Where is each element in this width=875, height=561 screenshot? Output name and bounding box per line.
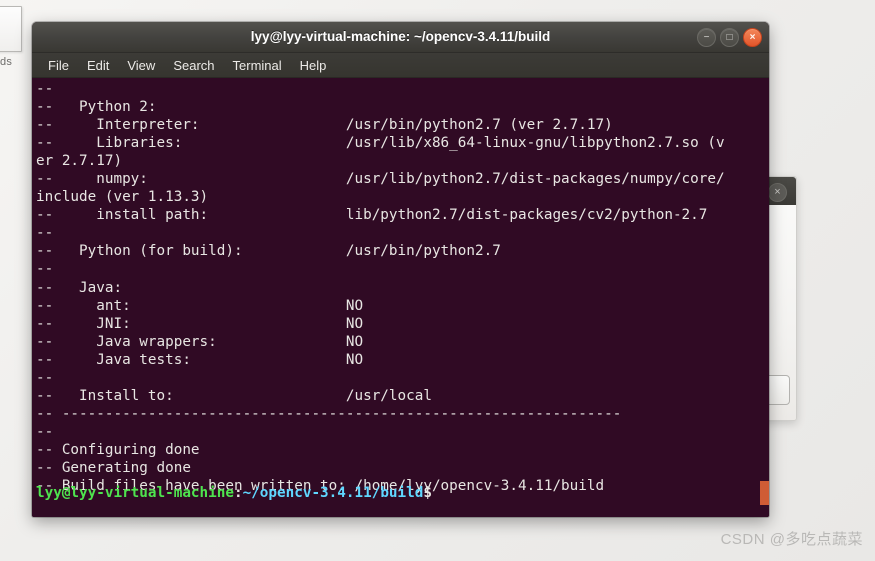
close-icon[interactable]: × [768, 183, 787, 202]
window-controls: − □ × [697, 28, 762, 47]
terminal-output-area[interactable]: -- -- Python 2: -- Interpreter: /usr/bin… [32, 78, 769, 517]
close-button[interactable]: × [743, 28, 762, 47]
terminal-cursor [760, 481, 769, 505]
watermark-text: CSDN @多吃点蔬菜 [720, 531, 863, 548]
terminal-output-text: -- -- Python 2: -- Interpreter: /usr/bin… [36, 81, 725, 495]
desktop-file-icon[interactable] [0, 6, 22, 52]
menu-item-help[interactable]: Help [292, 56, 335, 75]
page-title: lyy@lyy-virtual-machine: ~/opencv-3.4.11… [250, 29, 551, 44]
menu-item-terminal[interactable]: Terminal [225, 56, 290, 75]
terminal-menubar: File Edit View Search Terminal Help [32, 53, 769, 78]
shell-prompt: lyy@lyy-virtual-machine:~/opencv-3.4.11/… [36, 484, 432, 502]
terminal-titlebar[interactable]: lyy@lyy-virtual-machine: ~/opencv-3.4.11… [32, 22, 769, 53]
minimize-button[interactable]: − [697, 28, 716, 47]
prompt-symbol: $ [423, 484, 432, 501]
desktop-file-icon-label: ds [0, 56, 13, 68]
prompt-colon: : [233, 484, 243, 501]
prompt-user-host: lyy@lyy-virtual-machine [36, 484, 234, 501]
desktop-background: ds × lyy@lyy-virtual-machine: ~/opencv-3… [0, 0, 875, 561]
maximize-button[interactable]: □ [720, 28, 739, 47]
menu-item-search[interactable]: Search [165, 56, 222, 75]
terminal-window[interactable]: lyy@lyy-virtual-machine: ~/opencv-3.4.11… [32, 22, 769, 517]
menu-item-file[interactable]: File [40, 56, 77, 75]
menu-item-edit[interactable]: Edit [79, 56, 117, 75]
prompt-path: ~/opencv-3.4.11/build [242, 484, 424, 501]
menu-item-view[interactable]: View [119, 56, 163, 75]
